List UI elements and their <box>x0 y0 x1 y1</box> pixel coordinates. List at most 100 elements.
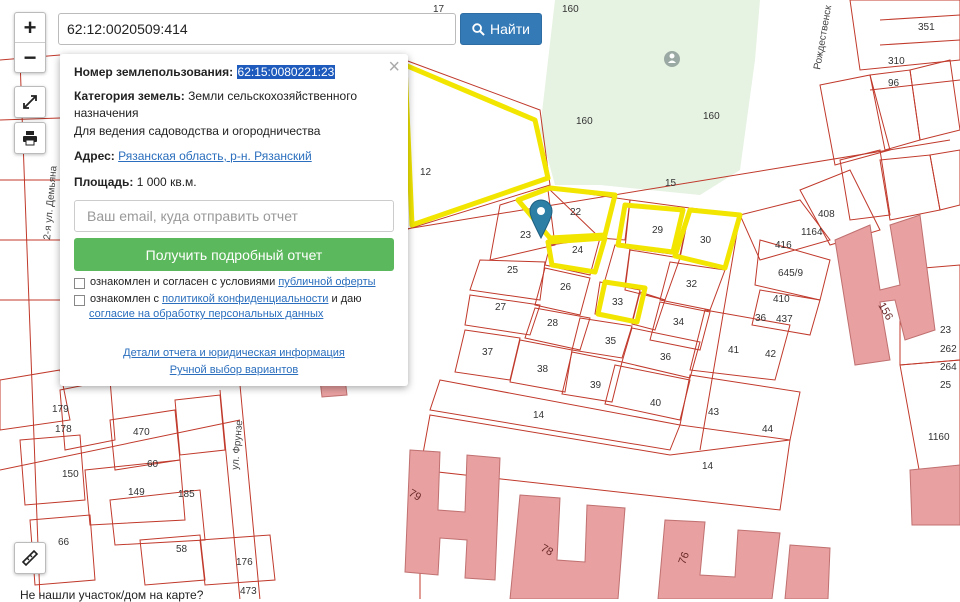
svg-text:40: 40 <box>650 398 662 409</box>
address-label: Адрес: <box>74 149 115 163</box>
svg-text:25: 25 <box>507 265 519 276</box>
land-purpose: Для ведения садоводства и огородничества <box>74 124 321 138</box>
park-area <box>540 0 760 195</box>
get-report-button[interactable]: Получить подробный отчет <box>74 238 394 271</box>
svg-text:41: 41 <box>728 345 740 356</box>
svg-text:36: 36 <box>755 313 767 324</box>
svg-text:58: 58 <box>176 544 188 555</box>
email-input[interactable]: Ваш email, куда отправить отчет <box>74 200 394 232</box>
parcel-info-popup: × Номер землепользования: 62:15:0080221:… <box>60 54 408 386</box>
zoom-out-button[interactable]: − <box>15 42 45 72</box>
svg-text:35: 35 <box>605 336 617 347</box>
svg-text:28: 28 <box>547 318 559 329</box>
svg-text:15: 15 <box>665 178 677 189</box>
offer-consent-checkbox[interactable] <box>74 278 85 289</box>
svg-text:408: 408 <box>818 209 835 220</box>
svg-text:351: 351 <box>918 22 935 33</box>
area-value: 1 000 кв.м. <box>136 175 197 189</box>
svg-text:310: 310 <box>888 56 905 67</box>
svg-text:1164: 1164 <box>801 227 823 238</box>
offer-consent-label: ознакомлен и согласен с условиями <box>90 276 276 288</box>
svg-text:176: 176 <box>236 557 253 568</box>
svg-text:29: 29 <box>652 225 664 236</box>
svg-text:185: 185 <box>178 489 195 500</box>
svg-text:22: 22 <box>570 207 582 218</box>
svg-text:ул. Фрунзе: ул. Фрунзе <box>230 419 245 470</box>
find-button-label: Найти <box>490 21 530 37</box>
svg-text:473: 473 <box>240 586 257 597</box>
landmark-icon <box>664 51 680 67</box>
svg-text:96: 96 <box>888 78 900 89</box>
svg-text:470: 470 <box>133 427 150 438</box>
svg-text:23: 23 <box>520 230 532 241</box>
expand-icon <box>23 95 37 109</box>
cadastral-value: 62:15:0080221:23 <box>236 65 336 79</box>
svg-text:14: 14 <box>702 461 714 472</box>
search-icon <box>472 22 485 36</box>
cadastral-number-row: Номер землепользования: 62:15:0080221:23 <box>74 64 396 81</box>
svg-text:39: 39 <box>590 380 602 391</box>
land-category-row: Категория земель: Земли сельскохозяйстве… <box>74 88 396 122</box>
svg-text:160: 160 <box>703 111 720 122</box>
svg-text:149: 149 <box>128 487 145 498</box>
svg-text:60: 60 <box>147 459 159 470</box>
zoom-in-button[interactable]: + <box>15 13 45 42</box>
svg-text:27: 27 <box>495 302 507 313</box>
svg-text:42: 42 <box>765 349 777 360</box>
manual-selection-link[interactable]: Ручной выбор вариантов <box>170 364 298 376</box>
public-offer-link[interactable]: публичной оферты <box>278 276 375 288</box>
svg-text:14: 14 <box>533 410 545 421</box>
svg-text:2-я ул. Демьяна: 2-я ул. Демьяна <box>42 165 59 240</box>
privacy-consent-text: ознакомлен с политикой конфиденциальност… <box>90 292 398 307</box>
print-icon <box>23 131 37 146</box>
svg-text:32: 32 <box>686 279 698 290</box>
address-link[interactable]: Рязанская область, р-н. Рязанский <box>118 149 312 163</box>
fullscreen-button[interactable] <box>14 86 46 118</box>
not-found-link[interactable]: Не нашли участок/дом на карте? <box>20 588 203 602</box>
address-row: Адрес: Рязанская область, р-н. Рязанский <box>74 148 396 165</box>
area-label: Площадь: <box>74 175 134 189</box>
find-button[interactable]: Найти <box>460 13 542 45</box>
svg-text:43: 43 <box>708 407 720 418</box>
svg-text:12: 12 <box>420 167 432 178</box>
svg-text:34: 34 <box>673 317 685 328</box>
svg-text:178: 178 <box>55 424 72 435</box>
svg-text:37: 37 <box>482 347 494 358</box>
privacy-consent-checkbox[interactable] <box>74 295 85 306</box>
svg-text:26: 26 <box>560 282 572 293</box>
area-row: Площадь: 1 000 кв.м. <box>74 174 396 191</box>
svg-text:38: 38 <box>537 364 549 375</box>
svg-text:1160: 1160 <box>928 432 950 443</box>
svg-text:66: 66 <box>58 537 70 548</box>
buildings <box>319 214 960 599</box>
svg-text:25: 25 <box>940 380 952 391</box>
svg-text:150: 150 <box>62 469 79 480</box>
svg-text:33: 33 <box>612 297 624 308</box>
svg-text:179: 179 <box>52 404 69 415</box>
svg-text:30: 30 <box>700 235 712 246</box>
report-details-link[interactable]: Детали отчета и юридическая информация <box>123 347 345 359</box>
svg-text:24: 24 <box>572 245 584 256</box>
data-processing-link[interactable]: согласие на обработку персональных данны… <box>89 308 323 320</box>
svg-text:44: 44 <box>762 424 774 435</box>
search-input[interactable]: 62:12:0020509:414 <box>58 13 456 45</box>
manual-row: Ручной выбор вариантов <box>60 363 408 378</box>
ruler-icon <box>21 549 39 567</box>
location-marker-icon[interactable] <box>529 199 553 240</box>
details-row: Детали отчета и юридическая информация <box>60 346 408 361</box>
category-label: Категория земель: <box>74 89 185 103</box>
zoom-control: + − <box>14 12 46 73</box>
ruler-button[interactable] <box>14 542 46 574</box>
offer-consent-text: ознакомлен и согласен с условиями публич… <box>90 275 398 290</box>
svg-text:Рождественск: Рождественск <box>812 4 834 71</box>
print-button[interactable] <box>14 122 46 154</box>
svg-text:645/9: 645/9 <box>778 268 803 279</box>
svg-text:410: 410 <box>773 294 790 305</box>
svg-text:437: 437 <box>776 314 793 325</box>
privacy-consent-mid: и даю <box>331 293 362 305</box>
svg-text:416: 416 <box>775 240 792 251</box>
svg-text:264: 264 <box>940 362 957 373</box>
svg-text:23: 23 <box>940 325 952 336</box>
svg-text:36: 36 <box>660 352 672 363</box>
privacy-policy-link[interactable]: политикой конфиденциальности <box>162 293 328 305</box>
